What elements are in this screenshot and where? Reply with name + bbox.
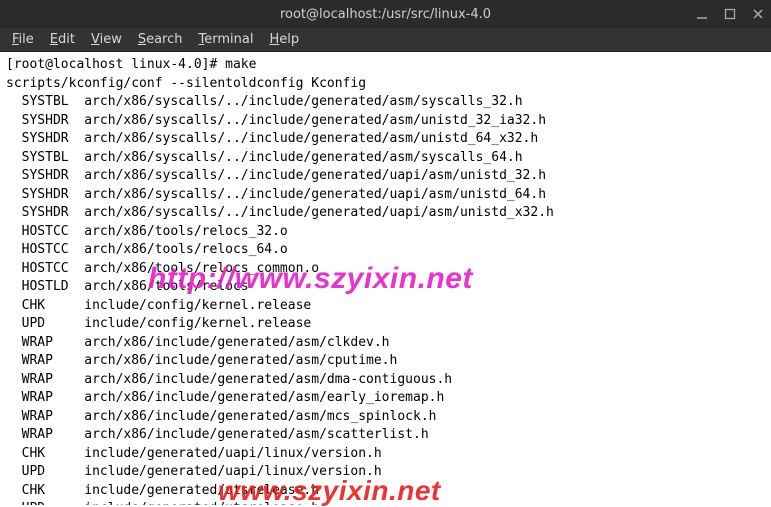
- output-line: HOSTLD arch/x86/tools/relocs: [6, 278, 765, 297]
- output-line: UPD include/generated/uapi/linux/version…: [6, 463, 765, 482]
- output-line: SYSHDR arch/x86/syscalls/../include/gene…: [6, 186, 765, 205]
- window-controls: [695, 0, 765, 28]
- menu-terminal[interactable]: Terminal: [193, 30, 260, 49]
- titlebar: root@localhost:/usr/src/linux-4.0: [0, 0, 771, 28]
- output-line: HOSTCC arch/x86/tools/relocs_common.o: [6, 260, 765, 279]
- output-line: SYSTBL arch/x86/syscalls/../include/gene…: [6, 93, 765, 112]
- output-line: WRAP arch/x86/include/generated/asm/cput…: [6, 352, 765, 371]
- minimize-icon[interactable]: [695, 7, 709, 21]
- output-line: SYSHDR arch/x86/syscalls/../include/gene…: [6, 112, 765, 131]
- output-line: WRAP arch/x86/include/generated/asm/mcs_…: [6, 408, 765, 427]
- output-line: UPD include/generated/utsrelease.h: [6, 500, 765, 505]
- output-line: HOSTCC arch/x86/tools/relocs_64.o: [6, 241, 765, 260]
- close-icon[interactable]: [751, 7, 765, 21]
- menu-view[interactable]: View: [85, 30, 128, 49]
- output-line: SYSHDR arch/x86/syscalls/../include/gene…: [6, 167, 765, 186]
- window-title: root@localhost:/usr/src/linux-4.0: [280, 7, 491, 22]
- output-line: UPD include/config/kernel.release: [6, 315, 765, 334]
- output-line: CHK include/generated/uapi/linux/version…: [6, 445, 765, 464]
- terminal-output[interactable]: [root@localhost linux-4.0]# makescripts/…: [0, 52, 771, 505]
- output-line: CHK include/generated/utsrelease.h: [6, 482, 765, 501]
- output-line: HOSTCC arch/x86/tools/relocs_32.o: [6, 223, 765, 242]
- output-line: scripts/kconfig/conf --silentoldconfig K…: [6, 75, 765, 94]
- output-line: CHK include/config/kernel.release: [6, 297, 765, 316]
- output-line: WRAP arch/x86/include/generated/asm/clkd…: [6, 334, 765, 353]
- menu-search[interactable]: Search: [132, 30, 189, 49]
- maximize-icon[interactable]: [723, 7, 737, 21]
- output-line: SYSHDR arch/x86/syscalls/../include/gene…: [6, 130, 765, 149]
- menu-file[interactable]: File: [6, 30, 40, 49]
- output-line: SYSTBL arch/x86/syscalls/../include/gene…: [6, 149, 765, 168]
- output-line: SYSHDR arch/x86/syscalls/../include/gene…: [6, 204, 765, 223]
- output-line: WRAP arch/x86/include/generated/asm/scat…: [6, 426, 765, 445]
- prompt-line: [root@localhost linux-4.0]# make: [6, 56, 765, 75]
- output-line: WRAP arch/x86/include/generated/asm/earl…: [6, 389, 765, 408]
- menu-help[interactable]: Help: [263, 30, 305, 49]
- menubar: File Edit View Search Terminal Help: [0, 28, 771, 52]
- menu-edit[interactable]: Edit: [44, 30, 81, 49]
- output-line: WRAP arch/x86/include/generated/asm/dma-…: [6, 371, 765, 390]
